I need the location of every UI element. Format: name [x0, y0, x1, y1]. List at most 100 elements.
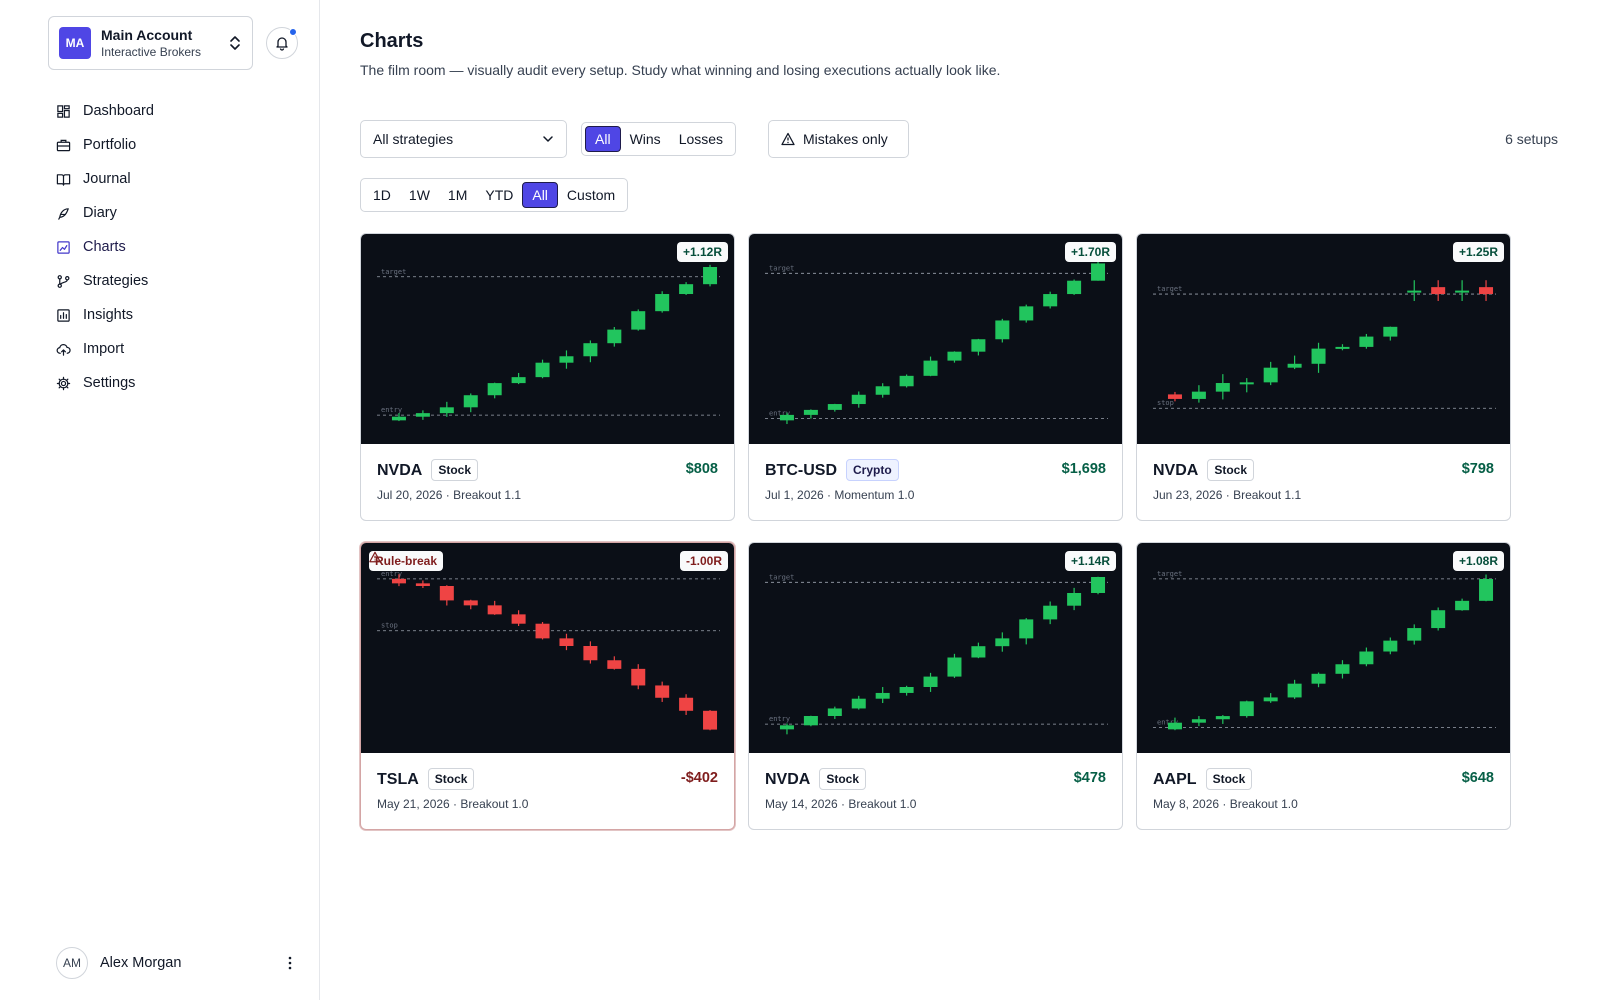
setup-strategy: Breakout 1.1: [1233, 488, 1302, 502]
sidebar-item-charts[interactable]: Charts: [48, 230, 298, 264]
range-filter-1d[interactable]: 1D: [364, 182, 400, 208]
setup-card[interactable]: target entry +1.70R BTC-USD Crypto $1,698 Jul …: [748, 233, 1123, 521]
sidebar-item-insights[interactable]: Insights: [48, 298, 298, 332]
notifications-button[interactable]: [266, 27, 298, 59]
candle-body: [971, 339, 986, 352]
sidebar-item-label: Portfolio: [83, 137, 137, 153]
candle-body: [415, 583, 430, 586]
candle-body: [391, 578, 406, 584]
range-filter-1w[interactable]: 1W: [400, 182, 439, 208]
sidebar-item-label: Charts: [83, 239, 126, 255]
candle-body: [779, 414, 794, 421]
candlestick-chart: target entry: [377, 264, 720, 422]
outcome-filter-all[interactable]: All: [585, 126, 621, 152]
warning-icon: [369, 551, 381, 563]
meta-separator: ·: [1222, 488, 1234, 502]
candle-body: [827, 708, 842, 717]
setup-chart: target entry +1.12R: [361, 234, 734, 444]
sidebar-item-portfolio[interactable]: Portfolio: [48, 128, 298, 162]
candle-body: [1479, 579, 1494, 601]
strategy-select[interactable]: All strategies: [360, 120, 567, 158]
sidebar-item-dashboard[interactable]: Dashboard: [48, 94, 298, 128]
candle-body: [655, 294, 670, 312]
stop-level-label: stop: [1157, 399, 1174, 407]
candle-body: [1455, 290, 1470, 293]
setup-card[interactable]: target entry +1.14R NVDA Stock $478 May 14, 20…: [748, 542, 1123, 830]
candle-body: [827, 404, 842, 410]
feather-icon: [58, 207, 69, 220]
outcome-filter-losses[interactable]: Losses: [670, 126, 732, 152]
candle-body: [947, 657, 962, 677]
meta-separator: ·: [1219, 797, 1230, 811]
setup-date: Jul 20, 2026: [377, 488, 443, 502]
setup-card[interactable]: target entry +1.12R NVDA Stock $808 Jul 20, 20…: [360, 233, 735, 521]
user-menu[interactable]: AM Alex Morgan: [56, 946, 300, 980]
meta-separator: ·: [442, 488, 454, 502]
candlestick-chart: target entry: [765, 573, 1108, 735]
candle-body: [583, 343, 598, 357]
candle-body: [487, 605, 502, 615]
chevron-down-icon: [543, 136, 553, 142]
setup-date: May 8, 2026: [1153, 797, 1220, 811]
r-multiple-badge: -1.00R: [679, 551, 728, 571]
symbol: NVDA: [765, 771, 811, 788]
meta-separator: ·: [837, 797, 849, 811]
range-filter-ytd[interactable]: YTD: [476, 182, 522, 208]
candle-body: [1383, 640, 1398, 652]
setup-meta: May 14, 2026 · Breakout 1.0: [765, 797, 916, 811]
briefcase-icon: [56, 139, 71, 151]
mistakes-only-label: Mistakes only: [803, 131, 888, 147]
sidebar-item-label: Strategies: [83, 273, 149, 289]
strategy-select-value: All strategies: [373, 131, 454, 147]
candle-body: [1239, 382, 1254, 385]
candle-body: [1263, 697, 1278, 702]
candle-body: [851, 394, 866, 405]
meta-separator: ·: [449, 797, 461, 811]
setup-chart: entry stop -1.00R Rule-break: [361, 543, 734, 753]
candle-body: [899, 375, 914, 387]
outcome-filter-wins[interactable]: Wins: [621, 126, 670, 152]
sidebar-item-strategies[interactable]: Strategies: [48, 264, 298, 298]
sidebar-item-journal[interactable]: Journal: [48, 162, 298, 196]
candle-body: [1335, 346, 1350, 349]
range-filter-all[interactable]: All: [522, 182, 558, 208]
setup-chart: target entry +1.14R: [749, 543, 1122, 753]
sidebar-item-diary[interactable]: Diary: [48, 196, 298, 230]
target-level-label: target: [381, 268, 406, 276]
candle-body: [1407, 628, 1422, 641]
candle-body: [995, 638, 1010, 647]
candle-body: [463, 395, 478, 408]
mistakes-only-button[interactable]: Mistakes only: [768, 120, 909, 158]
setup-card[interactable]: target entry +1.08R AAPL Stock $648 May 8, 202…: [1136, 542, 1511, 830]
setup-card[interactable]: target stop +1.25R NVDA Stock $798 Jun 23, 202…: [1136, 233, 1511, 521]
candle-body: [631, 668, 646, 686]
more-options-icon[interactable]: [280, 953, 300, 973]
target-level-label: target: [769, 264, 794, 272]
candle-body: [1479, 287, 1494, 295]
account-switcher[interactable]: MA Main Account Interactive Brokers: [48, 16, 253, 70]
target-level-label: target: [1157, 570, 1182, 578]
gear-icon: [56, 376, 71, 390]
sidebar-nav: Dashboard Portfolio Journal Diary Charts Stra…: [48, 94, 298, 400]
r-multiple-badge: +1.25R: [1452, 242, 1504, 262]
notification-dot: [289, 28, 297, 36]
dashboard-icon: [57, 104, 70, 118]
account-avatar: MA: [59, 27, 91, 59]
candle-body: [1043, 605, 1058, 620]
range-filter-custom[interactable]: Custom: [558, 182, 624, 208]
r-multiple-badge: +1.12R: [676, 242, 728, 262]
candle-body: [1091, 263, 1106, 281]
sidebar-item-settings[interactable]: Settings: [48, 366, 298, 400]
candle-body: [487, 383, 502, 396]
candle-body: [1019, 619, 1034, 639]
candle-body: [655, 685, 670, 698]
setup-chart: target entry +1.70R: [749, 234, 1122, 444]
setup-card[interactable]: entry stop -1.00R Rule-break TSLA Stock -$402 M…: [360, 542, 735, 830]
symbol: TSLA: [377, 771, 419, 788]
stop-level-label: stop: [381, 622, 398, 630]
candle-body: [679, 284, 694, 295]
sidebar-item-label: Settings: [83, 375, 136, 391]
range-filter-1m[interactable]: 1M: [439, 182, 476, 208]
sidebar-item-import[interactable]: Import: [48, 332, 298, 366]
r-multiple-badge: +1.08R: [1452, 551, 1504, 571]
